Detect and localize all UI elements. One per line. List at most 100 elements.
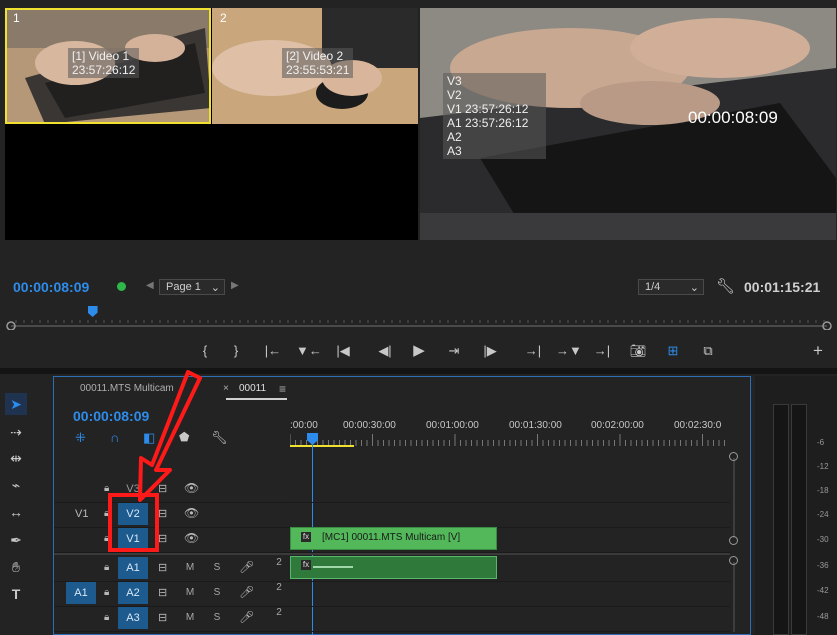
add-button-icon[interactable]: +	[807, 341, 829, 361]
mark-in-icon[interactable]: {	[194, 341, 216, 361]
ruler-label: :00:00	[290, 420, 318, 431]
nest-toggle-icon[interactable]: ⁜	[75, 430, 86, 446]
sync-lock-icon[interactable]: ⊟	[158, 586, 167, 599]
chevron-down-icon: ⌄	[689, 282, 699, 294]
add-marker-icon[interactable]: ▼←	[296, 341, 322, 361]
track-target-v3[interactable]: V3	[118, 478, 148, 500]
lane-a2[interactable]	[290, 581, 730, 607]
overlay-line-a3: A3	[447, 144, 462, 158]
track-header-v2: V1 🔒︎ V2 ⊟ 👁︎	[54, 502, 290, 528]
source-scrub-bar[interactable]	[6, 306, 832, 330]
chevron-down-icon: ⌄	[210, 282, 220, 294]
lock-icon[interactable]: 🔒︎	[104, 508, 109, 519]
eye-icon[interactable]: 👁︎	[184, 506, 199, 520]
page-next-icon[interactable]: ▶	[231, 280, 239, 291]
tab-multicam-sequence[interactable]: 00011.MTS Multicam	[80, 383, 174, 394]
channel-count: 2	[276, 582, 282, 593]
lane-v3[interactable]	[290, 477, 730, 503]
wrench-icon[interactable]: 🔧︎	[716, 277, 735, 295]
source-timecode[interactable]: 00:00:08:09	[13, 279, 89, 295]
source-patch-a1[interactable]: A1	[66, 582, 96, 604]
solo-button[interactable]: S	[211, 612, 223, 623]
track-target-a1[interactable]: A1	[118, 557, 148, 579]
track-target-a3[interactable]: A3	[118, 607, 148, 629]
snap-icon[interactable]: ∩	[110, 430, 119, 445]
time-ruler[interactable]	[290, 434, 730, 446]
eye-icon[interactable]: 👁︎	[184, 531, 199, 545]
timeline-settings-icon[interactable]: 🔧︎	[211, 430, 228, 446]
work-area-bar[interactable]	[290, 445, 354, 447]
microphone-icon[interactable]: 🎤︎	[239, 560, 254, 574]
camera-1-view[interactable]: 1 [1] Video 1 23:57:26:12	[5, 8, 211, 124]
multicam-view-icon[interactable]: ⊞	[662, 341, 684, 361]
lock-icon[interactable]: 🔒︎	[104, 612, 109, 623]
meter-channel-right	[791, 404, 807, 635]
mute-button[interactable]: M	[184, 612, 196, 623]
camera-2-view[interactable]: 2 [2] Video 2 23:55:53:21	[212, 8, 418, 124]
tab-sequence-00011[interactable]: 00011	[239, 383, 266, 394]
meter-label: -36	[817, 561, 829, 570]
camera-icon[interactable]: 📷︎	[627, 341, 649, 361]
timeline-timecode[interactable]: 00:00:08:09	[73, 408, 149, 424]
lane-v2[interactable]	[290, 502, 730, 528]
tab-close-icon[interactable]: ×	[223, 383, 229, 394]
step-back-icon[interactable]: ◀|	[374, 341, 396, 361]
step-forward-icon[interactable]: ⇥	[443, 341, 465, 361]
lane-a3[interactable]	[290, 606, 730, 632]
lock-icon[interactable]: 🔒︎	[104, 483, 109, 494]
solo-button[interactable]: S	[211, 562, 223, 573]
track-target-v2[interactable]: V2	[118, 503, 148, 525]
lift-icon[interactable]: →▼	[556, 341, 582, 361]
vr-view-icon[interactable]: ⧉	[697, 341, 719, 361]
go-to-previous-edit-icon[interactable]: |◀	[332, 341, 354, 361]
source-patch-v1[interactable]: V1	[75, 508, 88, 520]
hand-tool-icon[interactable]: ✋︎	[5, 556, 27, 578]
program-monitor[interactable]: V3 V2 V1 23:57:26:12 A1 23:57:26:12 A2 A…	[420, 8, 836, 240]
ripple-edit-tool-icon[interactable]: ⇹	[5, 447, 27, 469]
sync-lock-icon[interactable]: ⊟	[158, 507, 167, 520]
audio-clip-multicam[interactable]: fx	[290, 556, 497, 579]
meter-label: -42	[817, 586, 829, 595]
microphone-icon[interactable]: 🎤︎	[239, 585, 254, 599]
sync-lock-icon[interactable]: ⊟	[158, 611, 167, 624]
video-tracks-scrollbar[interactable]	[729, 452, 739, 545]
add-marker-timeline-icon[interactable]: ⬟	[179, 430, 189, 444]
microphone-icon[interactable]: 🎤︎	[239, 610, 254, 624]
go-to-in-icon[interactable]: |←	[262, 341, 284, 361]
play-icon[interactable]: ▶	[408, 341, 430, 361]
extract-icon[interactable]: →|	[591, 341, 613, 361]
mute-button[interactable]: M	[184, 587, 196, 598]
meter-label: -24	[817, 510, 829, 519]
panel-menu-icon[interactable]: ≡	[279, 382, 286, 396]
mark-out-icon[interactable]: }	[225, 341, 247, 361]
audio-tracks-scrollbar[interactable]	[729, 556, 739, 635]
go-to-out-icon[interactable]: →|	[522, 341, 544, 361]
lock-icon[interactable]: 🔒︎	[104, 587, 109, 598]
lock-icon[interactable]: 🔒︎	[104, 533, 109, 544]
type-tool-icon[interactable]: T	[5, 583, 27, 605]
page-select[interactable]: Page 1 ⌄	[159, 279, 225, 295]
track-target-a2[interactable]: A2	[118, 582, 148, 604]
slip-tool-icon[interactable]: ↔	[5, 501, 27, 523]
overlay-line-a1: A1 23:57:26:12	[447, 116, 529, 130]
meter-label: -30	[817, 535, 829, 544]
go-to-next-edit-icon[interactable]: |▶	[479, 341, 501, 361]
pen-tool-icon[interactable]: ✒	[5, 529, 27, 551]
razor-tool-icon[interactable]: ⌁	[5, 474, 27, 496]
solo-button[interactable]: S	[211, 587, 223, 598]
zoom-select[interactable]: 1/4 ⌄	[638, 279, 704, 295]
channel-count: 2	[276, 607, 282, 618]
mute-button[interactable]: M	[184, 562, 196, 573]
lock-icon[interactable]: 🔒︎	[104, 562, 109, 573]
linked-selection-icon[interactable]: ◧	[143, 430, 155, 446]
selection-tool-icon[interactable]: ➤	[5, 393, 27, 415]
overlay-line-v1: V1 23:57:26:12	[447, 102, 529, 116]
track-select-tool-icon[interactable]: ⇢	[5, 421, 27, 443]
sync-lock-icon[interactable]: ⊟	[158, 482, 167, 495]
sync-lock-icon[interactable]: ⊟	[158, 561, 167, 574]
sync-lock-icon[interactable]: ⊟	[158, 532, 167, 545]
video-clip-multicam[interactable]: fx [MC1] 00011.MTS Multicam [V]	[290, 527, 497, 550]
page-prev-icon[interactable]: ◀	[146, 280, 154, 291]
eye-icon[interactable]: 👁︎	[184, 481, 199, 495]
track-target-v1[interactable]: V1	[118, 528, 148, 550]
